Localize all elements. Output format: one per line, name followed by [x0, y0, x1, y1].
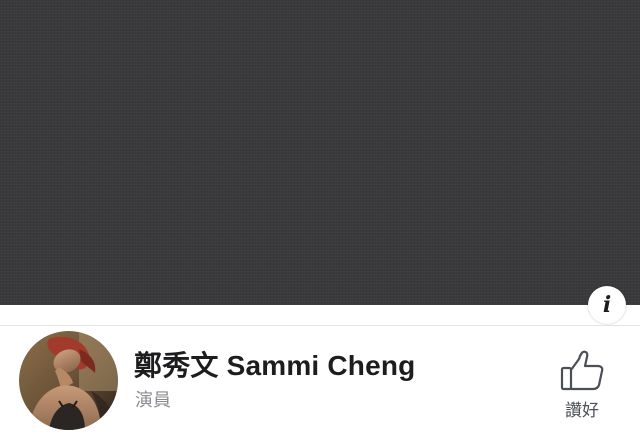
cover-photo[interactable] [0, 0, 640, 305]
profile-name: 鄭秀文 Sammi Cheng [134, 350, 416, 381]
profile-photo [19, 331, 118, 430]
like-label: 讚好 [565, 401, 599, 420]
thumbs-up-icon [560, 350, 604, 391]
info-button[interactable]: i [588, 286, 626, 324]
profile-page: i 鄭秀文 Sammi Cheng 演員 讚好 [0, 0, 640, 447]
divider [0, 325, 640, 326]
info-icon: i [602, 292, 612, 318]
profile-category: 演員 [135, 390, 171, 410]
like-button[interactable]: 讚好 [552, 350, 612, 425]
avatar[interactable] [19, 331, 118, 430]
